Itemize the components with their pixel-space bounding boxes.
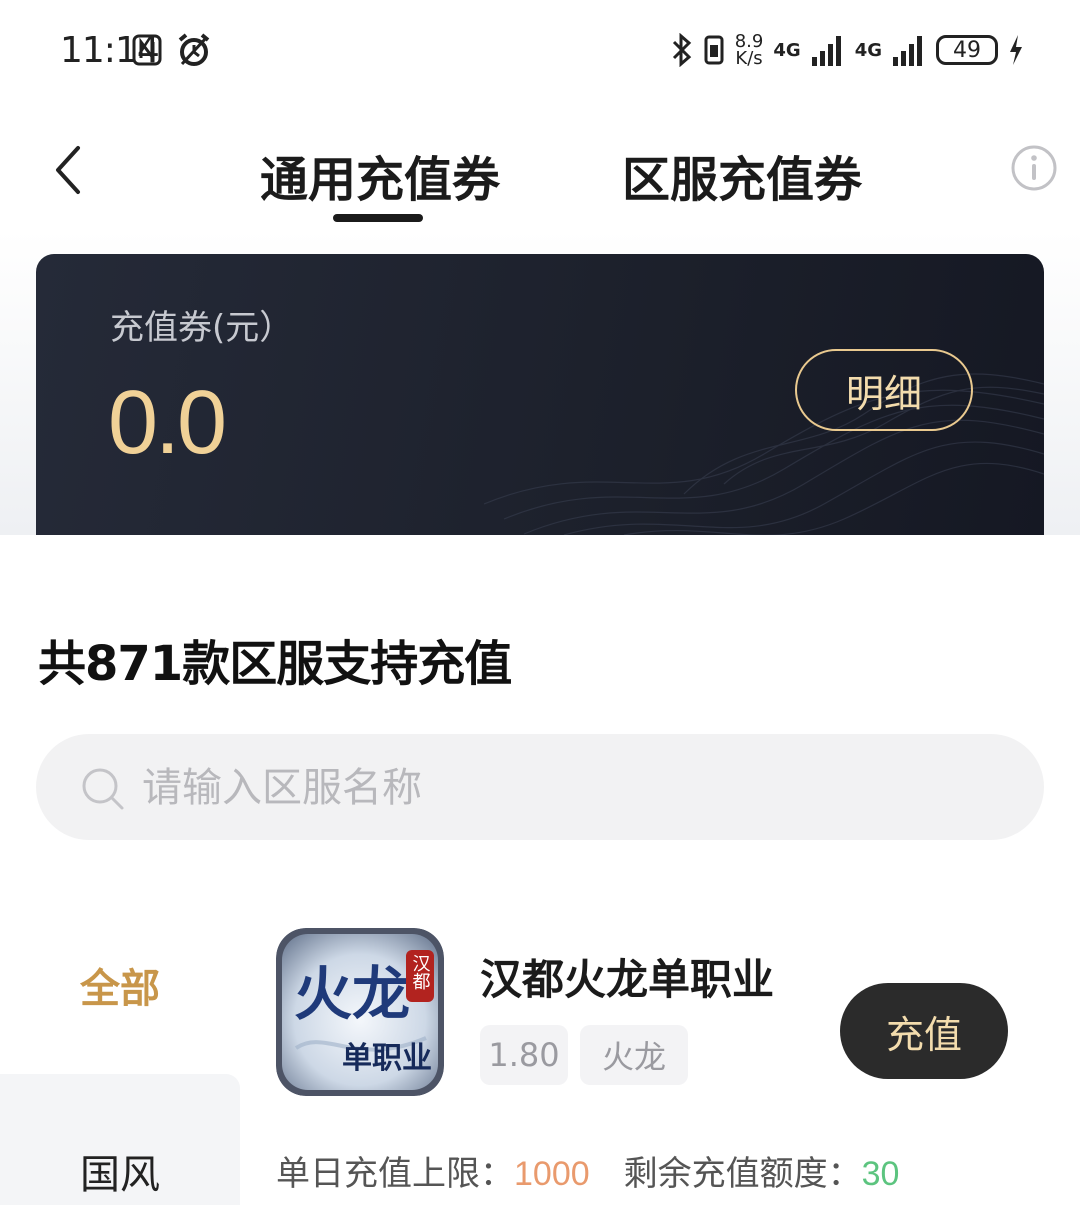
game-icon[interactable]: 火龙 汉都 单职业 bbox=[276, 928, 444, 1096]
alarm-icon bbox=[178, 33, 210, 66]
battery-indicator: 49 bbox=[936, 35, 998, 65]
search-icon bbox=[82, 768, 124, 810]
status-indicators: 8.9 K/s 4G 4G 49 bbox=[671, 30, 1024, 70]
game-icon-badge: 汉都 bbox=[410, 954, 431, 990]
supported-servers-title: 共871款区服支持充值 bbox=[38, 636, 512, 692]
active-tab-indicator bbox=[333, 214, 423, 222]
game-icon-subtitle: 单职业 bbox=[342, 1041, 432, 1076]
header: 通用充值券 区服充值券 bbox=[0, 110, 1080, 230]
game-tag-type: 火龙 bbox=[580, 1025, 688, 1085]
voucher-amount: 0.0 bbox=[108, 373, 227, 473]
category-guofeng[interactable]: 国风 bbox=[0, 1074, 240, 1205]
voucher-label: 充值券(元） bbox=[110, 308, 294, 348]
info-icon[interactable] bbox=[1010, 144, 1058, 192]
net-speed-unit: K/s bbox=[735, 48, 763, 69]
daily-limit-label: 单日充值上限： bbox=[276, 1154, 514, 1194]
bluetooth-icon bbox=[672, 33, 691, 67]
tab-server-voucher[interactable]: 区服充值券 bbox=[622, 140, 862, 210]
search-bar[interactable] bbox=[36, 734, 1044, 840]
network-type-1: 4G bbox=[773, 39, 801, 61]
game-tag-version: 1.80 bbox=[480, 1025, 568, 1085]
game-icon-title: 火龙 bbox=[294, 960, 410, 1028]
tab-general-voucher[interactable]: 通用充值券 bbox=[260, 140, 500, 210]
status-bar: 11:14 8.9 K/s 4G 4G 49 bbox=[0, 0, 1080, 100]
recharge-limits: 单日充值上限：1000 剩余充值额度：30 bbox=[276, 1146, 899, 1195]
game-name[interactable]: 汉都火龙单职业 bbox=[480, 946, 774, 1007]
net-speed: 8.9 K/s bbox=[735, 33, 764, 69]
vibrate-icon bbox=[704, 35, 724, 65]
detail-button[interactable]: 明细 bbox=[795, 349, 973, 431]
back-icon[interactable] bbox=[46, 140, 96, 200]
signal-icon bbox=[893, 36, 922, 66]
voucher-balance-card: 充值券(元） 0.0 明细 bbox=[36, 254, 1044, 535]
remaining-value: 30 bbox=[861, 1155, 900, 1193]
nfc-icon bbox=[132, 34, 162, 66]
search-input[interactable] bbox=[140, 754, 1004, 822]
category-all[interactable]: 全部 bbox=[0, 940, 240, 1030]
charging-icon bbox=[1010, 35, 1022, 65]
signal-icon bbox=[811, 36, 841, 66]
recharge-button[interactable]: 充值 bbox=[840, 983, 1008, 1079]
network-type-2: 4G bbox=[854, 39, 882, 61]
daily-limit-value: 1000 bbox=[514, 1155, 590, 1193]
remaining-label: 剩余充值额度： bbox=[623, 1154, 862, 1194]
